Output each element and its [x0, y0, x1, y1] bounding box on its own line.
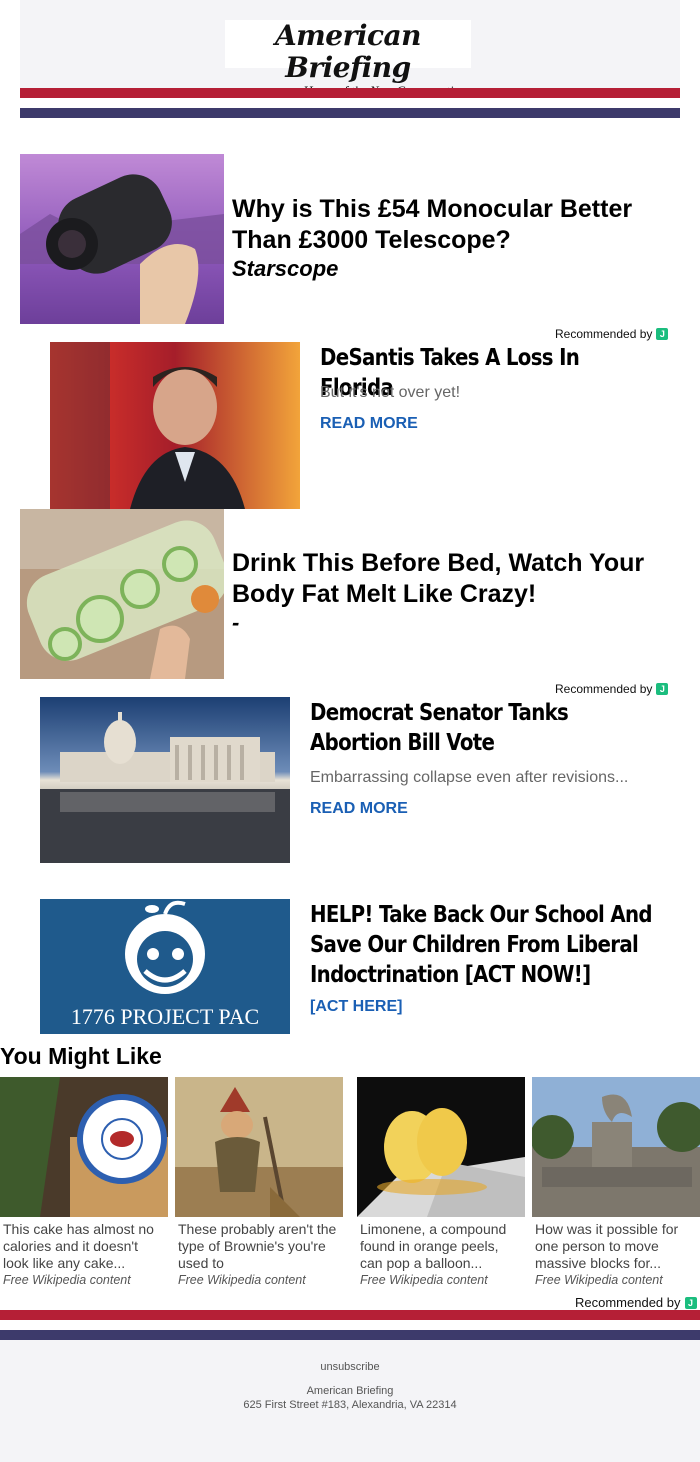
article-image-desantis[interactable] — [50, 342, 300, 509]
article-subtitle: But it's not over yet! — [320, 384, 461, 401]
article-senator[interactable]: Democrat Senator Tanks Abortion Bill Vot… — [310, 698, 700, 758]
recommended-by[interactable]: Recommended by J — [555, 682, 669, 696]
card-image-cake[interactable] — [0, 1077, 168, 1217]
masthead-logo[interactable]: American Briefing Home of the New Conser… — [225, 20, 471, 98]
recommendation-card[interactable]: This cake has almost no calories and it … — [0, 1077, 168, 1288]
card-image-balloon[interactable] — [357, 1077, 525, 1217]
article-school[interactable]: HELP! Take Back Our School And Save Our … — [310, 900, 700, 990]
card-text[interactable]: How was it possible for one person to mo… — [532, 1217, 700, 1272]
card-source: Free Wikipedia content — [178, 1273, 306, 1287]
image-caption: 1776 PROJECT PAC — [70, 1004, 260, 1029]
recommendation-card[interactable]: Limonene, a compound found in orange pee… — [357, 1077, 525, 1288]
article-image-capitol[interactable] — [40, 697, 290, 863]
recommended-label: Recommended by — [575, 1295, 681, 1310]
ad-image-drink[interactable] — [20, 509, 224, 679]
card-source: Free Wikipedia content — [535, 1273, 663, 1287]
you-might-like-heading: You Might Like — [0, 1043, 162, 1069]
recommendation-card[interactable]: These probably aren't the type of Browni… — [175, 1077, 343, 1288]
card-source: Free Wikipedia content — [3, 1273, 131, 1287]
card-source: Free Wikipedia content — [360, 1273, 488, 1287]
ad-brand: Starscope — [232, 256, 339, 281]
card-text[interactable]: Limonene, a compound found in orange pee… — [357, 1217, 525, 1272]
unsubscribe-row: unsubscribe — [0, 1361, 700, 1373]
recommended-label: Recommended by — [555, 682, 653, 696]
article-subtitle: Embarrassing collapse even after revisio… — [310, 769, 629, 786]
article-title[interactable]: HELP! Take Back Our School And Save Our … — [310, 900, 654, 990]
recommended-logo-icon: J — [684, 1296, 697, 1309]
recommended-logo-icon: J — [656, 683, 669, 695]
ad-headline[interactable]: Drink This Before Bed, Watch Your Body F… — [232, 548, 682, 610]
recommended-by[interactable]: Recommended by J — [575, 1295, 697, 1310]
unsubscribe-link[interactable]: unsubscribe — [320, 1361, 379, 1373]
card-text[interactable]: This cake has almost no calories and it … — [0, 1217, 168, 1272]
recommended-logo-icon: J — [656, 328, 669, 340]
card-image-coral-castle[interactable] — [532, 1077, 700, 1217]
header-stripe-blue — [20, 108, 680, 118]
article-title[interactable]: Democrat Senator Tanks Abortion Bill Vot… — [310, 698, 645, 758]
ad-image-monocular[interactable] — [20, 154, 224, 324]
read-more-link[interactable]: READ MORE — [310, 800, 408, 818]
article-image-1776-pac[interactable]: 1776 PROJECT PAC — [40, 899, 290, 1034]
header-stripe-red — [20, 88, 680, 98]
site-title: American Briefing — [274, 19, 422, 84]
footer-stripe-red — [0, 1310, 700, 1320]
act-here-link[interactable]: [ACT HERE] — [310, 998, 402, 1016]
card-image-brownie[interactable] — [175, 1077, 343, 1217]
recommendation-card[interactable]: How was it possible for one person to mo… — [532, 1077, 700, 1288]
ad-brand: - — [232, 610, 240, 635]
footer-address: 625 First Street #183, Alexandria, VA 22… — [243, 1399, 457, 1411]
ad-text-drink[interactable]: Drink This Before Bed, Watch Your Body F… — [232, 548, 682, 636]
card-text[interactable]: These probably aren't the type of Browni… — [175, 1217, 343, 1272]
recommended-by[interactable]: Recommended by J — [555, 327, 669, 341]
footer-stripe-blue — [0, 1330, 700, 1340]
footer-org: American Briefing — [306, 1385, 394, 1397]
ad-text-monocular[interactable]: Why is This £54 Monocular Better Than £3… — [232, 194, 682, 282]
recommended-label: Recommended by — [555, 327, 653, 341]
read-more-link[interactable]: READ MORE — [320, 415, 418, 433]
ad-headline[interactable]: Why is This £54 Monocular Better Than £3… — [232, 194, 682, 256]
